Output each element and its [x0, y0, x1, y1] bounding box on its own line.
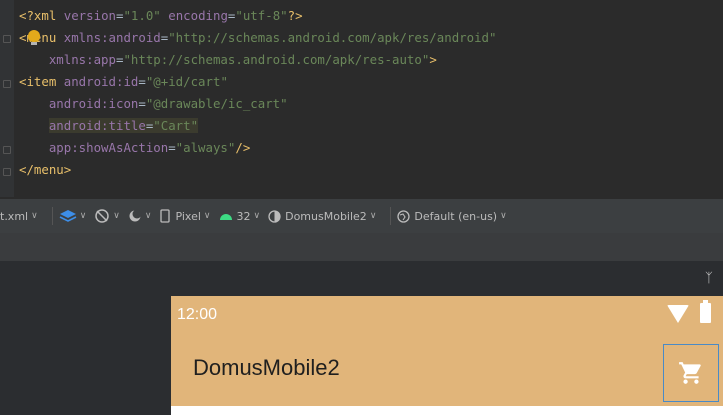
chevron-down-icon: ∨	[253, 211, 261, 221]
app-title: DomusMobile2	[193, 355, 340, 380]
device-selector[interactable]: Pixel ∨	[159, 209, 211, 223]
code-token: xmlns:android	[63, 30, 161, 45]
fold-marker[interactable]	[3, 35, 11, 43]
phone-icon	[160, 209, 171, 223]
fold-marker[interactable]	[3, 146, 11, 154]
code-token: "http://schemas.android.com/apk/res-auto…	[123, 52, 430, 67]
moon-icon	[129, 209, 142, 222]
file-selector[interactable]: t.xml ∨	[0, 210, 38, 223]
chevron-down-icon: ∨	[369, 211, 377, 221]
locale-selector[interactable]: Default (en-us) ∨	[397, 209, 507, 223]
orientation-button[interactable]: ∨	[94, 208, 120, 224]
code-token: <item	[19, 74, 64, 89]
code-token: "Cart"	[153, 118, 199, 133]
phone-preview[interactable]: 12:00 DomusMobile2	[171, 296, 723, 415]
fold-marker[interactable]	[3, 168, 11, 176]
wifi-icon	[667, 305, 689, 323]
code-token: "always"	[175, 140, 236, 155]
android-icon	[219, 214, 232, 220]
code-token: =	[138, 74, 146, 89]
code-line[interactable]: </menu>	[19, 159, 71, 181]
code-token: "utf-8"	[235, 8, 288, 23]
code-line[interactable]: android:icon="@drawable/ic_cart"	[19, 93, 288, 115]
divider	[390, 207, 392, 225]
code-token: =	[138, 96, 146, 111]
chevron-down-icon: ∨	[500, 211, 507, 221]
code-editor[interactable]: <?xml version="1.0" encoding="utf-8"?> <m…	[0, 0, 723, 197]
code-token: "@+id/cart"	[145, 74, 228, 89]
lightbulb-icon[interactable]	[28, 30, 40, 45]
code-token: "http://schemas.android.com/apk/res/andr…	[168, 30, 497, 45]
design-toolbar: t.xml ∨ ∨ ∨ ∨ Pixel ∨ 32 ∨ DomusMobile2 ∨ De…	[0, 198, 723, 234]
chevron-down-icon: ∨	[113, 211, 120, 221]
code-token: xmlns:app	[48, 52, 116, 67]
night-mode-button[interactable]: ∨	[128, 209, 152, 223]
editor-gutter	[0, 0, 14, 197]
code-token: android:title	[48, 118, 146, 133]
theme-icon	[268, 209, 281, 223]
status-time: 12:00	[177, 306, 218, 323]
api-label: 32	[236, 209, 251, 223]
code-token: "@drawable/ic_cart"	[145, 96, 288, 111]
file-label: t.xml	[0, 209, 29, 223]
code-line[interactable]: xmlns:app="http://schemas.android.com/ap…	[19, 49, 437, 71]
code-token: android:icon	[48, 96, 139, 111]
cart-icon	[679, 362, 701, 384]
code-token: android:id	[63, 74, 139, 89]
code-token: />	[235, 140, 251, 155]
toolbar-secondary-band	[0, 233, 723, 261]
code-token: encoding	[168, 8, 228, 23]
chevron-down-icon: ∨	[79, 211, 87, 221]
layers-icon	[59, 210, 77, 222]
content-area	[171, 406, 723, 415]
code-token: app:showAsAction	[48, 140, 169, 155]
status-bar: 12:00	[171, 296, 723, 336]
design-surface-button[interactable]: ∨	[59, 209, 87, 223]
code-line[interactable]: android:title="Cart"	[19, 115, 199, 137]
code-token: version	[63, 8, 116, 23]
code-line[interactable]: app:showAsAction="always"/>	[19, 137, 250, 159]
chevron-down-icon: ∨	[203, 211, 211, 221]
rotate-icon	[95, 209, 110, 223]
code-line[interactable]: <?xml version="1.0" encoding="utf-8"?>	[19, 5, 303, 27]
code-token: <?xml	[19, 8, 64, 23]
battery-icon	[700, 300, 711, 323]
code-token: ?>	[287, 8, 303, 23]
wrench-icon[interactable]: ᛉ	[705, 271, 713, 286]
device-label: Pixel	[175, 209, 201, 223]
code-token: "1.0"	[123, 8, 161, 23]
globe-icon	[397, 209, 411, 223]
theme-selector[interactable]: DomusMobile2 ∨	[268, 210, 376, 223]
code-token: <menu	[19, 30, 64, 45]
code-token: </menu>	[19, 162, 72, 177]
code-token: >	[429, 52, 437, 67]
chevron-down-icon: ∨	[144, 211, 152, 221]
fold-marker[interactable]	[3, 80, 11, 88]
api-selector[interactable]: 32 ∨	[219, 209, 261, 223]
chevron-down-icon: ∨	[31, 211, 38, 221]
code-line[interactable]: <item android:id="@+id/cart"	[19, 71, 228, 93]
cart-menu-item[interactable]	[663, 344, 719, 402]
app-bar: DomusMobile2	[171, 336, 723, 406]
code-line[interactable]: <menu xmlns:android="http://schemas.andr…	[19, 27, 496, 49]
locale-label: Default (en-us)	[414, 209, 498, 223]
divider	[51, 207, 53, 225]
theme-label: DomusMobile2	[285, 209, 367, 223]
code-token: =	[168, 140, 176, 155]
